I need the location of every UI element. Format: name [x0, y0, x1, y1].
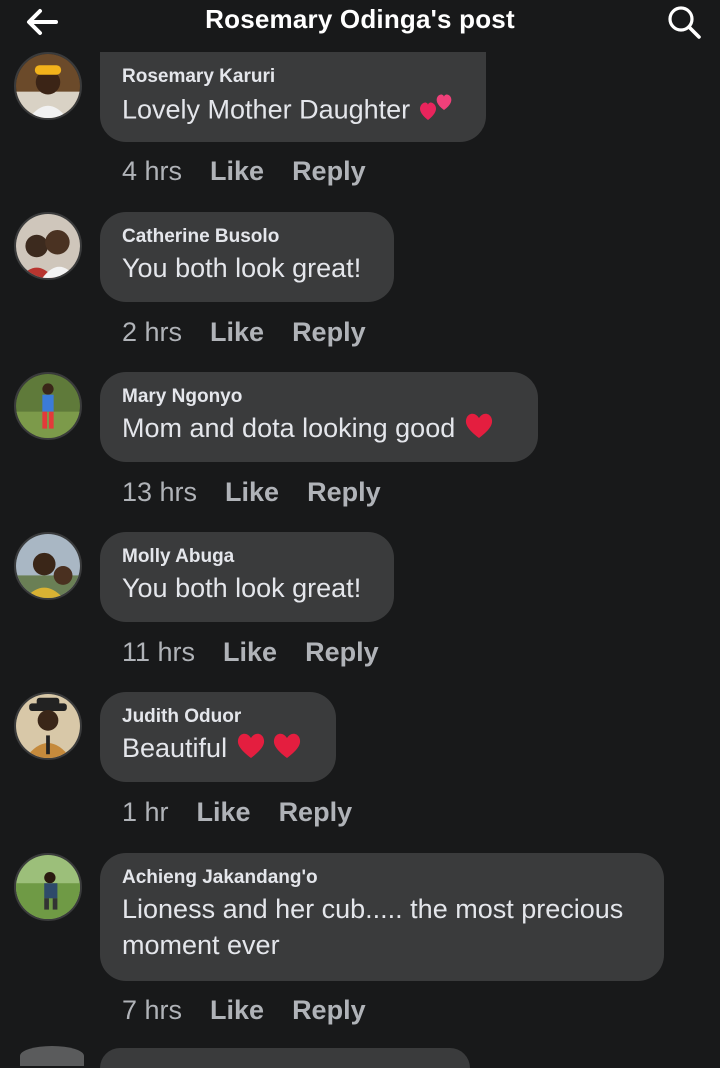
avatar-photo	[16, 534, 80, 598]
comment-bubble: Achieng Jakandang'o Lioness and her cub.…	[100, 853, 664, 981]
avatar[interactable]	[14, 52, 82, 120]
comment-bubble: Judith Oduor Beautiful	[100, 692, 336, 782]
comment-actions: 2 hrs Like Reply	[122, 316, 394, 348]
comment-actions: 1 hr Like Reply	[122, 796, 380, 828]
avatar-photo	[16, 374, 80, 438]
avatar-photo	[16, 855, 80, 919]
avatar[interactable]	[14, 853, 82, 921]
like-button[interactable]: Like	[225, 477, 279, 507]
two-red-hearts-icon	[235, 730, 307, 769]
comment-actions: 11 hrs Like Reply	[122, 636, 407, 668]
comment-bubble-partial	[100, 1048, 470, 1068]
comment-actions: 4 hrs Like Reply	[122, 155, 394, 187]
comment-author[interactable]: Catherine Busolo	[122, 226, 372, 248]
two-hearts-icon	[418, 90, 454, 133]
avatar[interactable]	[14, 692, 82, 760]
like-button[interactable]: Like	[210, 317, 264, 347]
reply-button[interactable]: Reply	[292, 995, 366, 1025]
comment-author[interactable]: Mary Ngonyo	[122, 386, 516, 408]
comment-actions: 7 hrs Like Reply	[122, 994, 394, 1026]
comment-actions: 13 hrs Like Reply	[122, 476, 409, 508]
avatar-partial	[20, 1046, 84, 1066]
comment-bubble: Catherine Busolo You both look great!	[100, 212, 394, 302]
like-button[interactable]: Like	[210, 156, 264, 186]
reply-button[interactable]: Reply	[292, 156, 366, 186]
comment-text: Lioness and her cub..... the most precio…	[122, 891, 642, 963]
comment-time: 4 hrs	[122, 156, 183, 186]
red-heart-icon	[463, 410, 495, 449]
comment-time: 13 hrs	[122, 477, 198, 507]
comment-time: 7 hrs	[122, 995, 183, 1025]
comment-bubble: Rosemary Karuri Lovely Mother Daughter	[100, 52, 486, 142]
reply-button[interactable]: Reply	[305, 637, 379, 667]
comment-text-line: moment ever	[122, 930, 280, 960]
avatar[interactable]	[14, 212, 82, 280]
reply-button[interactable]: Reply	[292, 317, 366, 347]
comment-text: Beautiful	[122, 730, 314, 769]
comments-list: Rosemary Karuri Lovely Mother Daughter 4…	[0, 0, 720, 1068]
comment-bubble: Mary Ngonyo Mom and dota looking good	[100, 372, 538, 462]
avatar[interactable]	[14, 372, 82, 440]
avatar-photo	[16, 214, 80, 278]
comment-author[interactable]: Rosemary Karuri	[122, 66, 464, 88]
reply-button[interactable]: Reply	[279, 797, 353, 827]
like-button[interactable]: Like	[223, 637, 277, 667]
comment-text: Mom and dota looking good	[122, 410, 516, 449]
avatar-photo	[16, 54, 80, 118]
like-button[interactable]: Like	[210, 995, 264, 1025]
comment-author[interactable]: Judith Oduor	[122, 706, 314, 728]
comment-bubble: Molly Abuga You both look great!	[100, 532, 394, 622]
comment-time: 11 hrs	[122, 637, 196, 667]
comment-author[interactable]: Molly Abuga	[122, 546, 372, 568]
page-title: Rosemary Odinga's post	[205, 4, 515, 34]
comment-text: Lovely Mother Daughter	[122, 90, 464, 133]
comment-text: You both look great!	[122, 573, 362, 603]
comment-author[interactable]: Achieng Jakandang'o	[122, 867, 642, 889]
reply-button[interactable]: Reply	[307, 477, 381, 507]
comment-text: You both look great!	[122, 253, 362, 283]
top-bar: Rosemary Odinga's post	[0, 0, 720, 44]
comment-time: 2 hrs	[122, 317, 183, 347]
avatar-photo	[16, 694, 80, 758]
search-button[interactable]	[664, 2, 704, 42]
comment-text-line: Lioness and her cub..... the most precio…	[122, 894, 624, 924]
like-button[interactable]: Like	[197, 797, 251, 827]
avatar[interactable]	[14, 532, 82, 600]
search-icon	[668, 6, 701, 39]
comment-time: 1 hr	[122, 797, 169, 827]
